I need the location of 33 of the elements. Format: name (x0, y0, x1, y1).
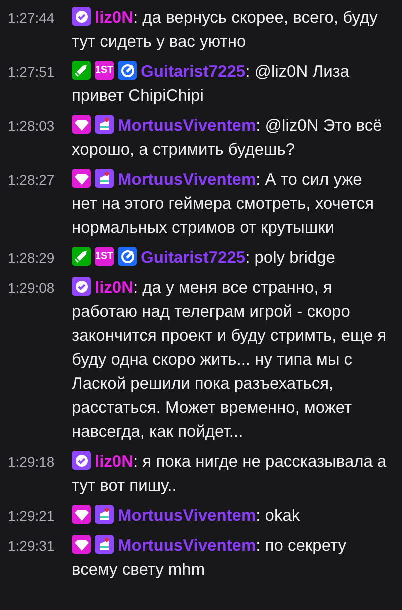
timestamp: 1:28:03 (8, 117, 56, 136)
chat-message: MortuusViventem: А то сил уже нет на этого геймера смотреть, хочется нормальных стримов от крутышки (72, 168, 376, 239)
cake-badge-icon (95, 505, 114, 524)
gem-badge-icon (72, 169, 91, 188)
gem-badge-icon (72, 535, 91, 554)
first-badge: 1ST (95, 247, 114, 266)
first-badge: 1ST (95, 61, 114, 80)
timestamp: 1:27:51 (8, 63, 56, 82)
verified-badge-icon (72, 277, 91, 296)
timestamp: 1:28:27 (8, 171, 56, 190)
cake-badge-icon (95, 115, 114, 134)
chat-message: 1ST Guitarist7225: poly bridge (72, 246, 340, 270)
gem-badge-icon (72, 505, 91, 524)
chat-message: liz0N: я пока нигде не рассказывала а тут вот пишу.. (72, 450, 388, 497)
timestamp: 1:29:08 (8, 279, 56, 298)
cake-badge-icon (95, 169, 114, 188)
timestamp: 1:27:44 (8, 9, 56, 28)
cake-badge-icon (95, 535, 114, 554)
timestamp: 1:28:29 (8, 249, 56, 268)
verified-badge-icon (72, 451, 91, 470)
sword-badge-icon (72, 61, 91, 80)
sword-badge-icon (72, 247, 91, 266)
chat-message: liz0N: да вернусь скорее, всего, буду тут сидеть у вас уютно (72, 6, 379, 53)
chat-message: MortuusViventem: okak (72, 504, 304, 528)
chat-message: liz0N: да у меня все странно, я работаю над телеграм игрой - скоро закончится проект и буду стримть, еще я буду одна скоро жить... ну типа мы с Лаской решили пока разъехаться, расстаться. Может временно, может навсегда, как пойдет... (72, 276, 388, 443)
gem-badge-icon (72, 115, 91, 134)
verified-badge-icon (72, 7, 91, 26)
chat-message: 1ST Guitarist7225: @liz0N Лиза привет ChipiChipi (72, 60, 351, 107)
timestamp: 1:29:21 (8, 507, 56, 526)
timestamp: 1:29:18 (8, 453, 56, 472)
timestamp: 1:29:31 (8, 537, 56, 556)
chat-message: MortuusViventem: @liz0N Это всё хорошо, а стримить будешь? (72, 114, 384, 161)
chat-message: MortuusViventem: по секрету всему свету mhm (72, 534, 348, 581)
